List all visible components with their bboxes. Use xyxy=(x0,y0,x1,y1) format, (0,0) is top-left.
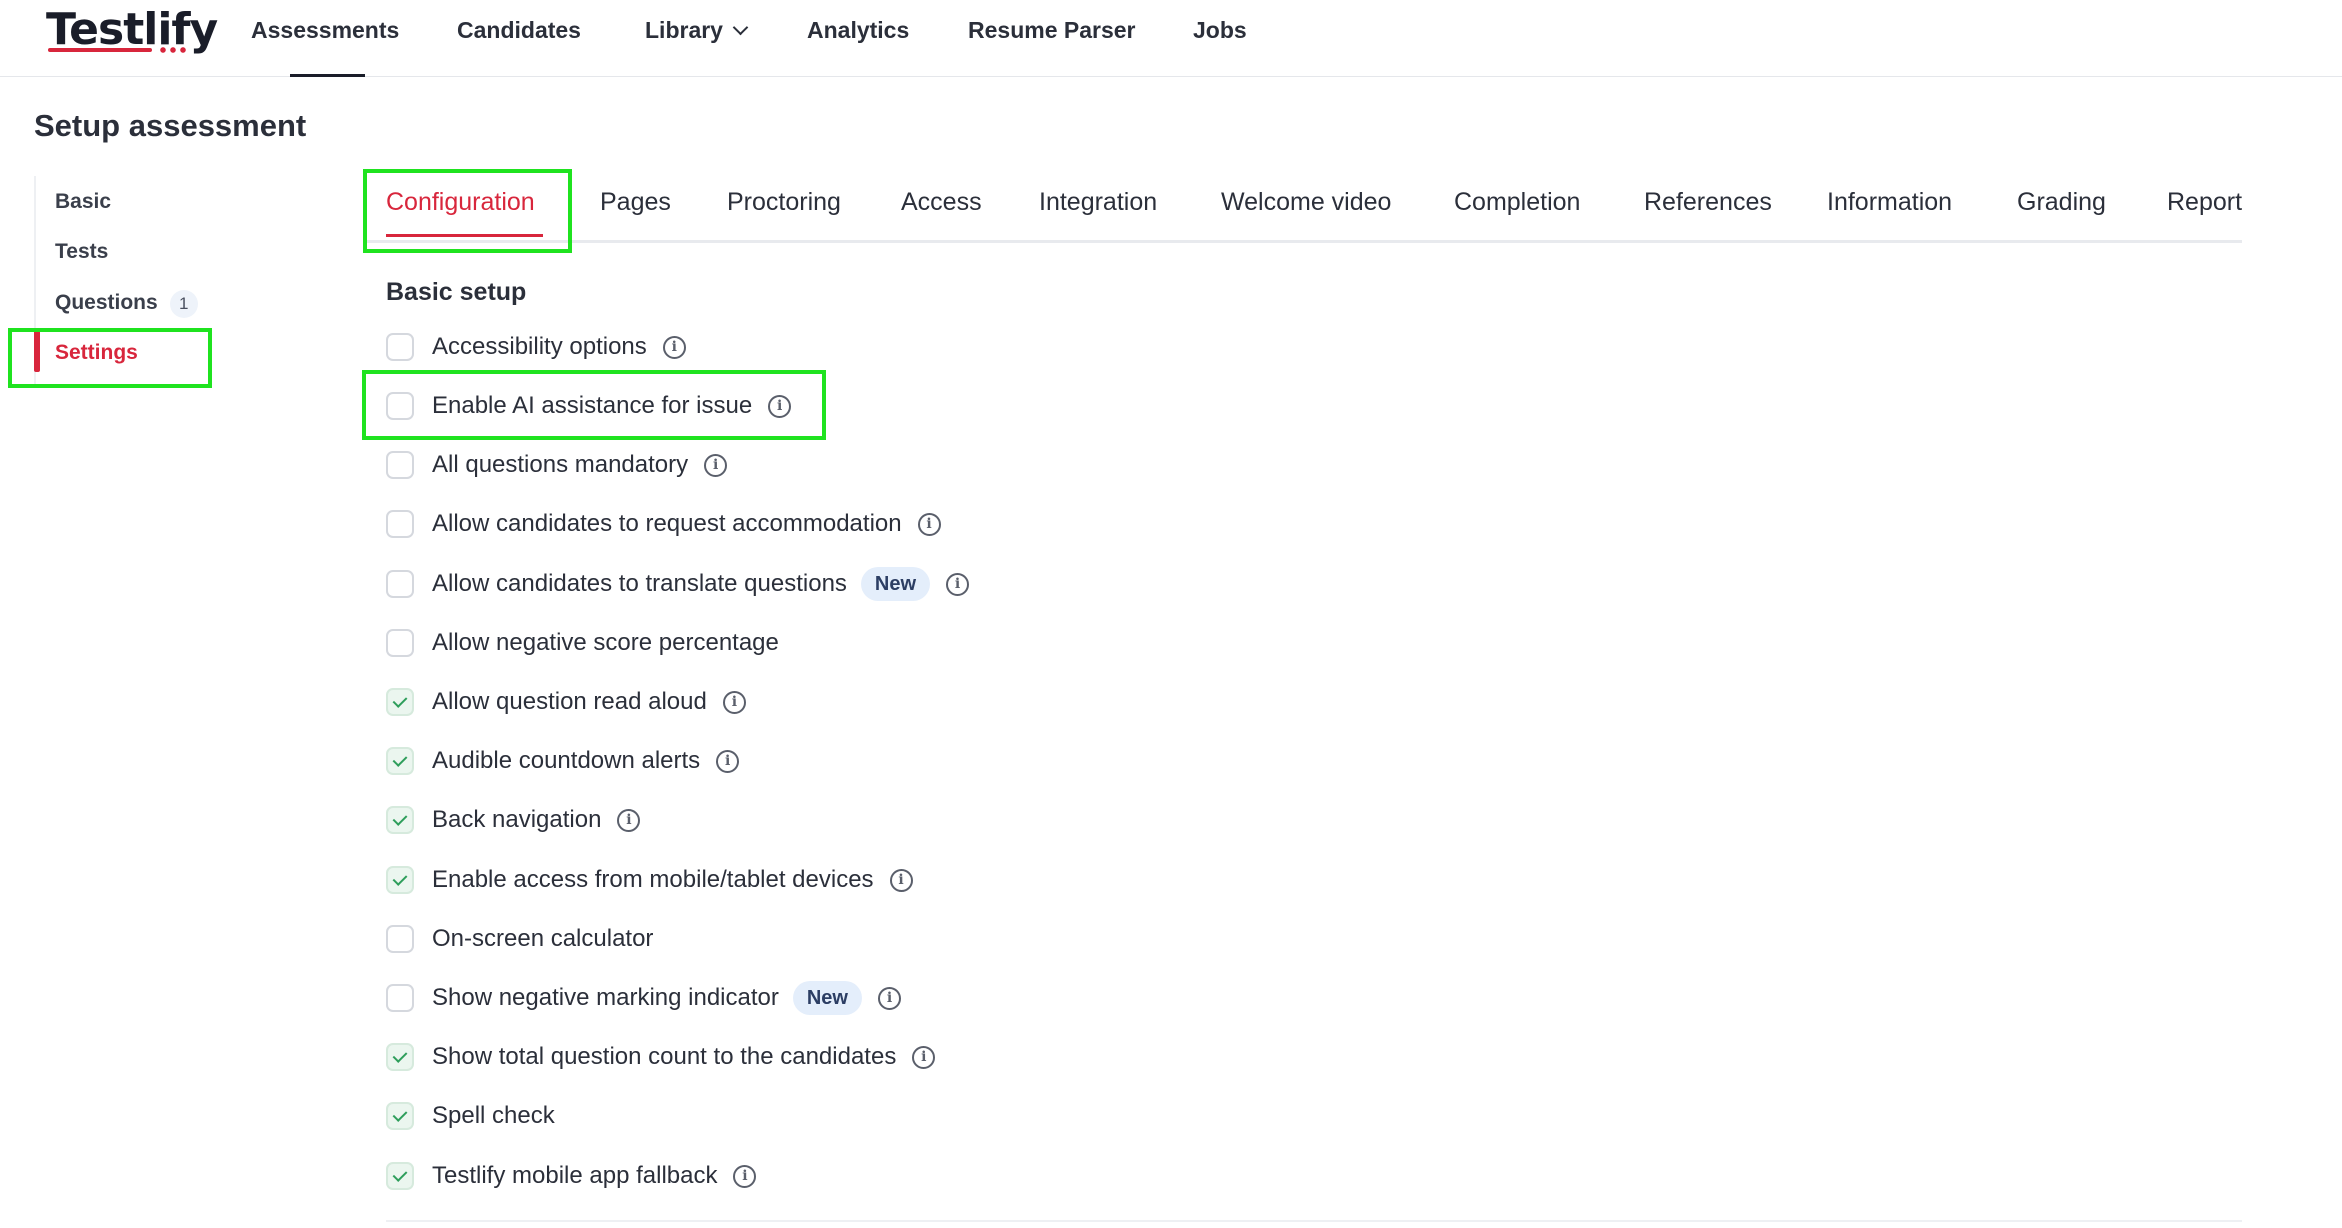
checkbox-checked[interactable] xyxy=(386,866,414,894)
top-navigation: Testlify Assessments Candidates Library … xyxy=(0,0,2342,77)
info-icon[interactable]: i xyxy=(912,1045,936,1069)
checkbox[interactable] xyxy=(386,451,414,479)
option-label: Enable access from mobile/tablet devices xyxy=(432,866,874,893)
settings-tabs: Configuration Pages Proctoring Access In… xyxy=(366,168,2242,243)
option-label: On-screen calculator xyxy=(432,925,654,952)
logo-underline xyxy=(48,48,152,52)
nav-library-label: Library xyxy=(645,17,723,43)
option-label: Back navigation xyxy=(432,806,602,833)
option-mobile-access: Enable access from mobile/tablet devices… xyxy=(386,860,913,900)
new-badge: New xyxy=(792,981,862,1015)
sidebar-item-questions[interactable]: Questions 1 xyxy=(55,286,198,320)
tab-configuration[interactable]: Configuration xyxy=(386,188,535,217)
checkbox[interactable] xyxy=(386,392,414,420)
checkbox[interactable] xyxy=(386,984,414,1012)
sidebar-item-label: Questions xyxy=(55,291,158,314)
nav-jobs[interactable]: Jobs xyxy=(1193,12,1247,48)
option-label: Accessibility options xyxy=(432,333,647,360)
option-back-navigation: Back navigation i xyxy=(386,800,641,840)
sidebar-item-settings[interactable]: Settings xyxy=(55,336,138,370)
tab-completion[interactable]: Completion xyxy=(1454,188,1580,217)
tab-information[interactable]: Information xyxy=(1827,188,1952,217)
option-enable-ai-assistance: Enable AI assistance for issue i xyxy=(386,386,792,426)
info-icon[interactable]: i xyxy=(716,749,740,773)
option-negative-marking-indicator: Show negative marking indicator New i xyxy=(386,978,901,1018)
setup-sidebar: Basic Tests Questions 1 Settings xyxy=(34,176,206,386)
option-read-aloud: Allow question read aloud i xyxy=(386,682,746,722)
checkbox[interactable] xyxy=(386,510,414,538)
option-accessibility-options: Accessibility options i xyxy=(386,327,686,367)
info-icon[interactable]: i xyxy=(704,453,728,477)
option-countdown-alerts: Audible countdown alerts i xyxy=(386,741,740,781)
nav-candidates[interactable]: Candidates xyxy=(457,12,581,48)
option-label: Allow candidates to translate questions xyxy=(432,570,847,597)
info-icon[interactable]: i xyxy=(722,690,746,714)
questions-count-badge: 1 xyxy=(169,290,198,318)
option-label: All questions mandatory xyxy=(432,451,689,478)
info-icon[interactable]: i xyxy=(733,1164,757,1188)
logo-dots xyxy=(158,46,188,54)
option-label: Allow candidates to request accommodatio… xyxy=(432,510,902,537)
section-title: Basic setup xyxy=(386,278,527,306)
tab-report[interactable]: Report xyxy=(2167,188,2242,217)
option-label: Allow question read aloud xyxy=(432,688,707,715)
checkbox-checked[interactable] xyxy=(386,1162,414,1190)
option-calculator: On-screen calculator xyxy=(386,919,653,959)
nav-library[interactable]: Library xyxy=(645,12,749,48)
checkbox[interactable] xyxy=(386,629,414,657)
info-icon[interactable]: i xyxy=(946,572,970,596)
tab-access[interactable]: Access xyxy=(901,188,982,217)
tab-active-indicator xyxy=(386,234,543,237)
tab-proctoring[interactable]: Proctoring xyxy=(727,188,841,217)
checkbox-checked[interactable] xyxy=(386,747,414,775)
option-label: Show total question count to the candida… xyxy=(432,1043,897,1070)
sidebar-item-basic[interactable]: Basic xyxy=(55,185,111,219)
testlify-logo[interactable]: Testlify xyxy=(46,0,218,60)
option-label: Testlify mobile app fallback xyxy=(432,1162,718,1189)
option-all-questions-mandatory: All questions mandatory i xyxy=(386,445,728,485)
checkbox[interactable] xyxy=(386,333,414,361)
info-icon[interactable]: i xyxy=(877,986,901,1010)
info-icon[interactable]: i xyxy=(617,808,641,832)
option-label: Spell check xyxy=(432,1102,555,1129)
tab-grading[interactable]: Grading xyxy=(2017,188,2106,217)
option-spell-check: Spell check xyxy=(386,1096,555,1136)
option-request-accommodation: Allow candidates to request accommodatio… xyxy=(386,504,941,544)
nav-analytics[interactable]: Analytics xyxy=(807,12,909,48)
tab-integration[interactable]: Integration xyxy=(1039,188,1157,217)
option-label: Enable AI assistance for issue xyxy=(432,392,753,419)
nav-resume-parser[interactable]: Resume Parser xyxy=(968,12,1136,48)
checkbox-checked[interactable] xyxy=(386,806,414,834)
new-badge: New xyxy=(860,567,931,601)
checkbox-checked[interactable] xyxy=(386,1102,414,1130)
checkbox-checked[interactable] xyxy=(386,1043,414,1071)
option-label: Show negative marking indicator xyxy=(432,984,779,1011)
section-divider xyxy=(386,1220,2242,1222)
tab-references[interactable]: References xyxy=(1644,188,1772,217)
tab-pages[interactable]: Pages xyxy=(600,188,671,217)
checkbox[interactable] xyxy=(386,925,414,953)
checkbox[interactable] xyxy=(386,570,414,598)
tab-welcome-video[interactable]: Welcome video xyxy=(1221,188,1391,217)
sidebar-active-indicator xyxy=(34,330,40,372)
info-icon[interactable]: i xyxy=(917,512,941,536)
page-title: Setup assessment xyxy=(34,108,307,143)
option-translate-questions: Allow candidates to translate questions … xyxy=(386,564,970,604)
sidebar-item-tests[interactable]: Tests xyxy=(55,235,108,269)
option-total-question-count: Show total question count to the candida… xyxy=(386,1037,936,1077)
info-icon[interactable]: i xyxy=(662,335,686,359)
option-label: Audible countdown alerts xyxy=(432,747,701,774)
option-mobile-app-fallback: Testlify mobile app fallback i xyxy=(386,1156,757,1196)
chevron-down-icon xyxy=(732,19,749,36)
info-icon[interactable]: i xyxy=(768,394,792,418)
nav-active-indicator xyxy=(290,74,365,77)
nav-assessments[interactable]: Assessments xyxy=(251,12,399,48)
option-negative-score: Allow negative score percentage xyxy=(386,623,779,663)
info-icon[interactable]: i xyxy=(889,868,913,892)
checkbox-checked[interactable] xyxy=(386,688,414,716)
option-label: Allow negative score percentage xyxy=(432,629,779,656)
